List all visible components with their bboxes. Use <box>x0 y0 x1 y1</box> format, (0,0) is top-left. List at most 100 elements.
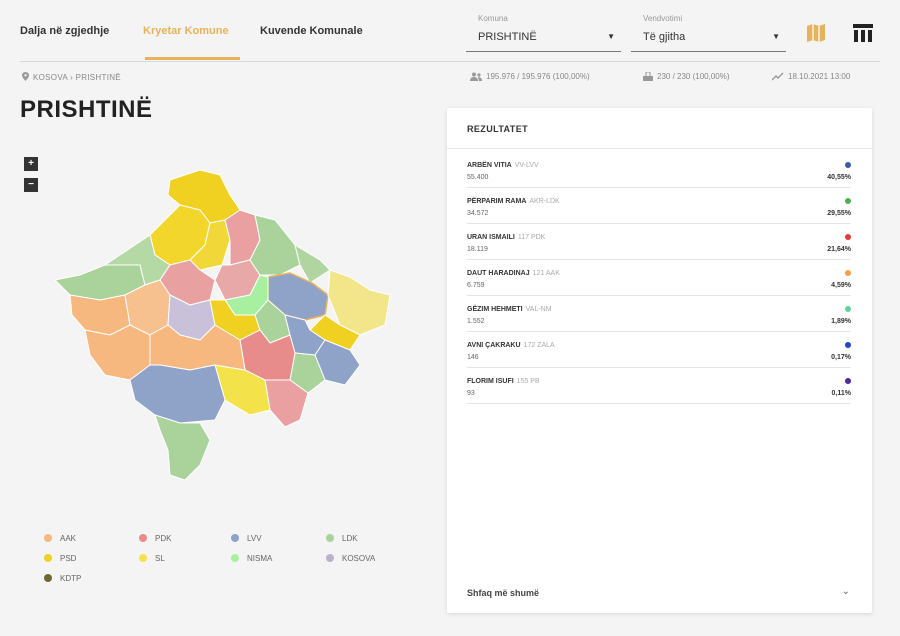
legend-dot <box>326 534 334 542</box>
party-color-dot <box>845 378 851 384</box>
candidate-name-text: DAUT HARADINAJ <box>467 270 530 277</box>
show-more-button[interactable]: Shfaq më shumë <box>467 588 539 598</box>
candidate-name: URAN ISMAILI 117 PDK <box>467 234 545 241</box>
legend-item: NISMA <box>231 554 272 563</box>
result-row[interactable]: ARBËN VITIA VV-LVV 55.400 40,55% <box>467 160 851 188</box>
results-title: REZULTATET <box>467 124 528 134</box>
party-color-dot <box>845 198 851 204</box>
voters-value: 195.976 / 195.976 (100,00%) <box>486 72 590 81</box>
candidate-party: 172 ZALA <box>523 342 555 349</box>
legend-item: KOSOVA <box>326 554 375 563</box>
vendvotimi-select[interactable]: Vendvotimi Të gjitha ▼ <box>631 12 786 52</box>
candidate-name: AVNI ÇAKRAKU 172 ZALA <box>467 342 555 349</box>
candidate-votes: 34.572 <box>467 210 489 217</box>
legend-dot <box>44 554 52 562</box>
ballot-box-icon <box>643 71 653 81</box>
party-color-dot <box>845 342 851 348</box>
divider <box>447 148 872 149</box>
trend-icon <box>771 72 784 81</box>
zoom-out-button[interactable]: − <box>24 178 38 192</box>
candidate-votes: 55.400 <box>467 174 489 181</box>
tab-kuvende-komunale[interactable]: Kuvende Komunale <box>260 25 363 37</box>
candidate-name-text: PËRPARIM RAMA <box>467 198 527 205</box>
legend-item: LVV <box>231 534 262 543</box>
party-color-dot <box>845 234 851 240</box>
table-icon[interactable] <box>852 22 874 44</box>
vendvotimi-select-value: Të gjitha <box>643 31 686 43</box>
candidate-name: FLORIM ISUFI 155 PB <box>467 378 540 385</box>
updated-stat: 18.10.2021 13:00 <box>771 72 851 81</box>
result-row[interactable]: GËZIM HEHMETI VAL-NM 1.552 1,89% <box>467 304 851 332</box>
active-tab-underline <box>145 57 240 60</box>
legend-label: LDK <box>342 534 358 543</box>
legend-label: PDK <box>155 534 172 543</box>
kosovo-municipality-map[interactable] <box>50 165 400 490</box>
municipality-region[interactable] <box>129 364 226 424</box>
result-row[interactable]: DAUT HARADINAJ 121 AAK 6.759 4,59% <box>467 268 851 296</box>
candidate-party: 117 PDK <box>517 234 546 241</box>
candidate-percentage: 40,55% <box>827 174 851 181</box>
komuna-select-caption: Komuna <box>478 14 508 23</box>
tab-kryetar-komune[interactable]: Kryetar Komune <box>143 25 229 37</box>
candidate-name: PËRPARIM RAMA AKR-LDK <box>467 198 560 205</box>
candidate-percentage: 4,59% <box>831 282 851 289</box>
legend-label: KOSOVA <box>342 554 376 563</box>
candidate-percentage: 1,89% <box>831 318 851 325</box>
location-pin-icon <box>22 72 29 81</box>
result-row[interactable]: URAN ISMAILI 117 PDK 18.119 21,64% <box>467 232 851 260</box>
party-color-dot <box>845 306 851 312</box>
candidate-votes: 1.552 <box>467 318 485 325</box>
candidate-name: ARBËN VITIA VV-LVV <box>467 162 539 169</box>
candidate-party: 121 AAK <box>532 270 560 277</box>
updated-value: 18.10.2021 13:00 <box>788 72 851 81</box>
municipality-region[interactable] <box>249 214 301 276</box>
candidate-percentage: 0,11% <box>831 390 851 397</box>
legend-dot <box>231 534 239 542</box>
legend-dot <box>326 554 334 562</box>
candidate-percentage: 21,64% <box>827 246 851 253</box>
result-row[interactable]: PËRPARIM RAMA AKR-LDK 34.572 29,55% <box>467 196 851 224</box>
candidate-votes: 146 <box>467 354 479 361</box>
people-icon <box>470 72 482 81</box>
candidate-name: GËZIM HEHMETI VAL-NM <box>467 306 552 313</box>
result-row[interactable]: FLORIM ISUFI 155 PB 93 0,11% <box>467 376 851 404</box>
zoom-in-button[interactable]: + <box>24 157 38 171</box>
candidate-votes: 93 <box>467 390 475 397</box>
candidate-name-text: AVNI ÇAKRAKU <box>467 342 521 349</box>
legend-label: KDTP <box>60 574 82 583</box>
municipality-region[interactable] <box>154 414 211 481</box>
komuna-select-value: PRISHTINË <box>478 31 537 43</box>
legend-label: LVV <box>247 534 262 543</box>
legend-label: SL <box>155 554 165 563</box>
stations-stat: 230 / 230 (100,00%) <box>643 71 730 81</box>
legend-item: SL <box>139 554 165 563</box>
candidate-percentage: 0,17% <box>831 354 851 361</box>
legend-label: AAK <box>60 534 77 543</box>
candidate-votes: 18.119 <box>467 246 488 253</box>
breadcrumb-text: KOSOVA › PRISHTINË <box>33 73 121 82</box>
legend-label: PSD <box>60 554 77 563</box>
legend-dot <box>139 534 147 542</box>
vendvotimi-select-caption: Vendvotimi <box>643 14 683 23</box>
legend-dot <box>44 534 52 542</box>
candidate-name-text: URAN ISMAILI <box>467 234 515 241</box>
voters-stat: 195.976 / 195.976 (100,00%) <box>470 72 590 81</box>
map-icon[interactable] <box>805 22 827 44</box>
legend-dot <box>44 574 52 582</box>
tab-dalja[interactable]: Dalja në zgjedhje <box>20 25 109 37</box>
result-row[interactable]: AVNI ÇAKRAKU 172 ZALA 146 0,17% <box>467 340 851 368</box>
candidate-name-text: GËZIM HEHMETI <box>467 306 523 313</box>
legend-dot <box>139 554 147 562</box>
candidate-name-text: ARBËN VITIA <box>467 162 512 169</box>
candidate-percentage: 29,55% <box>827 210 851 217</box>
komuna-select[interactable]: Komuna PRISHTINË ▼ <box>466 12 621 52</box>
candidate-votes: 6.759 <box>467 282 485 289</box>
candidate-party: VV-LVV <box>514 162 539 169</box>
chevron-down-icon: ▼ <box>607 32 615 41</box>
legend-label: NISMA <box>247 554 273 563</box>
party-color-dot <box>845 162 851 168</box>
results-panel: REZULTATET ARBËN VITIA VV-LVV 55.400 40,5… <box>447 108 872 613</box>
chevron-down-icon[interactable]: ⌄ <box>842 586 850 597</box>
legend-dot <box>231 554 239 562</box>
candidate-name-text: FLORIM ISUFI <box>467 378 514 385</box>
